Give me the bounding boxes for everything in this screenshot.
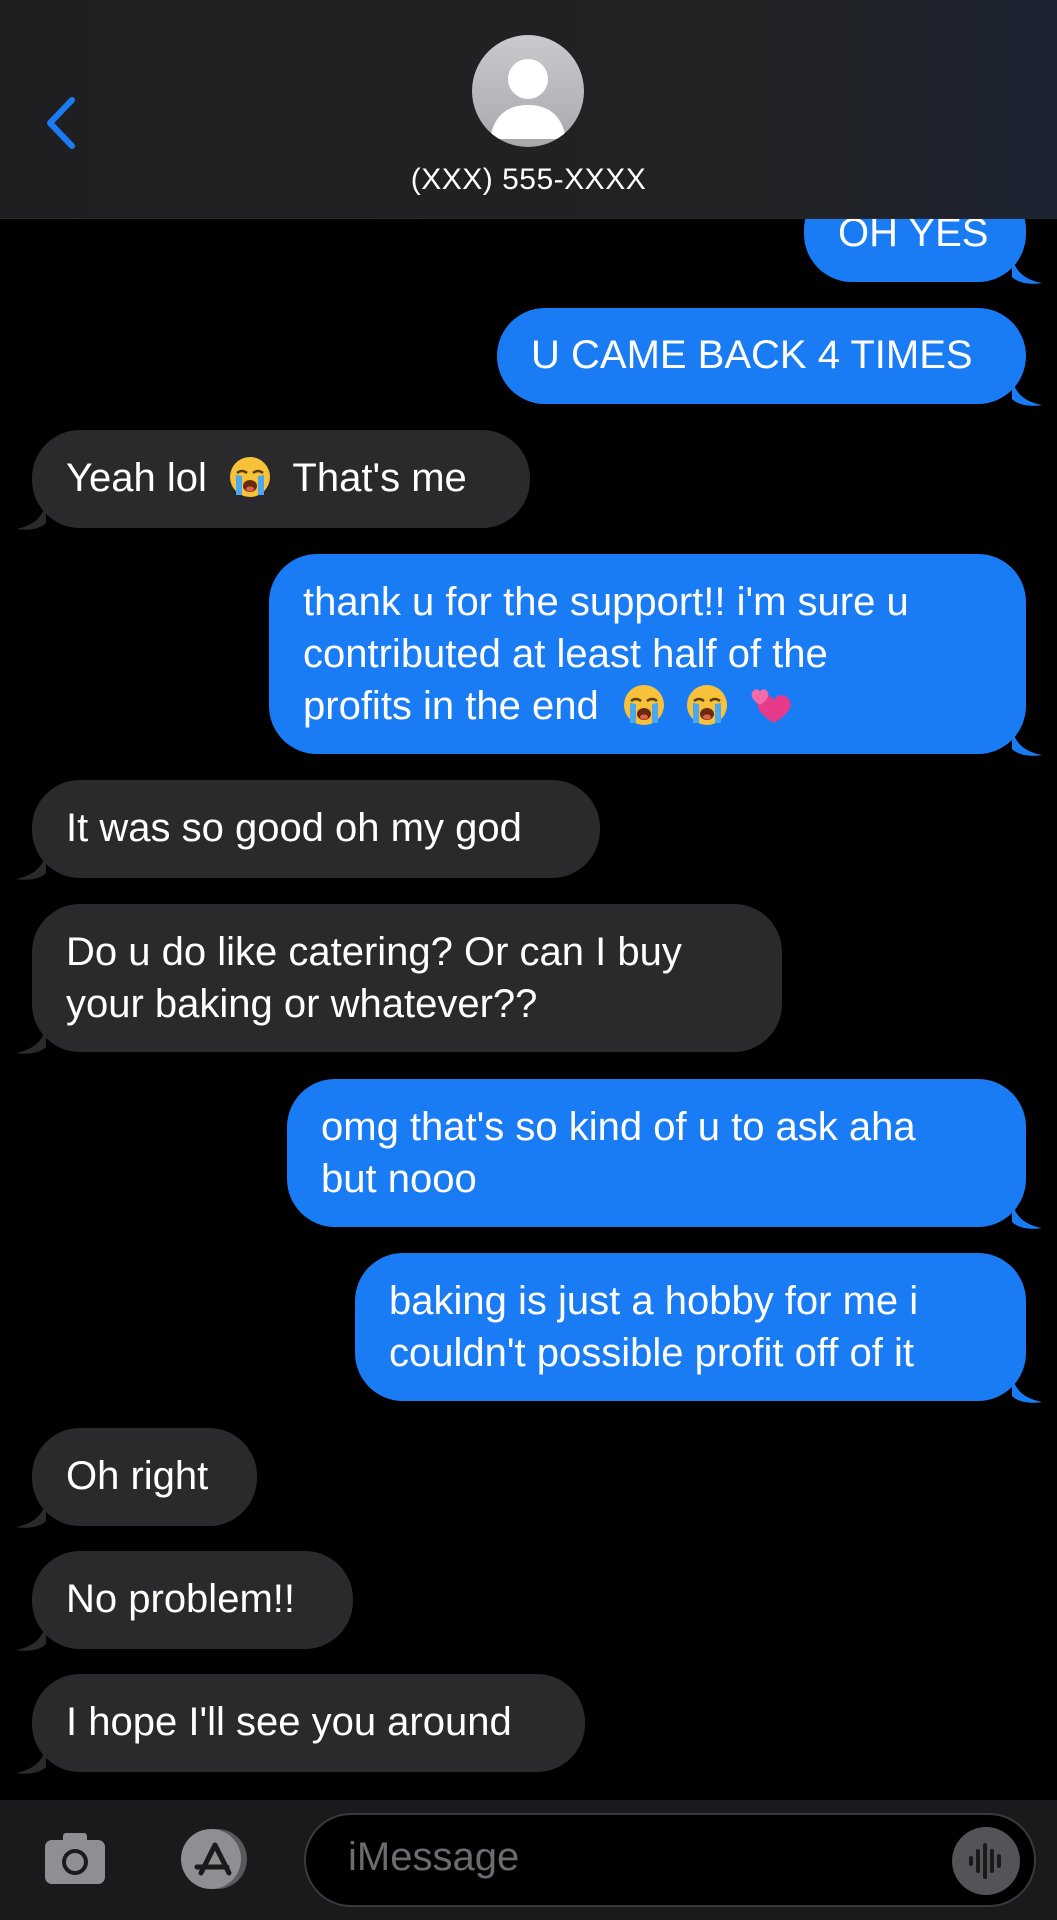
message-line-with-emoji: profits in the end [303,680,992,732]
bubble-tail [16,1622,46,1652]
camera-icon [45,1833,105,1884]
message-bubble-sent[interactable]: U CAME BACK 4 TIMES [497,308,1026,404]
message-bubble-received[interactable]: Yeah lol That's me [32,430,530,528]
message-thread[interactable]: OH YES U CAME BACK 4 TIMES Yeah lol That… [0,0,1057,1800]
loudly-crying-face-emoji [685,683,729,727]
message-text: That's me [292,456,467,500]
message-bubble-received[interactable]: It was so good oh my god [32,780,600,878]
message-bubble-sent[interactable]: thank u for the support!! i'm sure u con… [269,554,1026,754]
message-text: It was so good oh my god [66,806,522,850]
conversation-header: (XXX) 555-XXXX [0,0,1057,219]
input-placeholder: iMessage [348,1835,520,1879]
message-line: baking is just a hobby for me i [389,1279,919,1323]
bubble-tail [16,1025,46,1055]
imessage-input[interactable]: iMessage [304,1813,1036,1907]
app-store-icon [181,1829,247,1889]
message-text: Oh right [66,1454,209,1498]
loudly-crying-face-emoji [622,683,666,727]
message-text: No problem!! [66,1577,295,1621]
bubble-tail [1012,1200,1042,1230]
audio-waveform-icon [969,1843,1001,1879]
bubble-tail [1012,255,1042,285]
bubble-tail [1012,727,1042,757]
message-line: but nooo [321,1157,477,1201]
app-store-button[interactable] [171,1827,259,1891]
two-hearts-emoji [748,683,792,727]
message-bubble-received[interactable]: Oh right [32,1428,257,1526]
message-bubble-sent[interactable]: baking is just a hobby for me i couldn't… [355,1253,1026,1401]
message-bubble-received[interactable]: No problem!! [32,1551,353,1649]
bubble-tail [1012,377,1042,407]
bubble-tail [16,501,46,531]
message-line: thank u for the support!! i'm sure u [303,580,909,624]
contact-name[interactable]: (XXX) 555-XXXX [0,163,1057,197]
message-line: your baking or whatever?? [66,982,538,1026]
bubble-tail [1012,1374,1042,1404]
chevron-left-icon [47,97,75,149]
message-line: omg that's so kind of u to ask aha [321,1105,916,1149]
bubble-tail [16,1499,46,1529]
bubble-tail [16,851,46,881]
message-text: U CAME BACK 4 TIMES [531,333,973,377]
bubble-tail [16,1745,46,1775]
back-button[interactable] [38,88,88,158]
message-text: Yeah lol [66,456,207,500]
message-text: I hope I'll see you around [66,1700,512,1744]
message-bubble-received[interactable]: Do u do like catering? Or can I buy your… [32,904,782,1052]
camera-button[interactable] [43,1830,107,1886]
audio-message-button[interactable] [952,1827,1020,1895]
message-line: couldn't possible profit off of it [389,1331,914,1375]
contact-avatar[interactable] [472,35,584,147]
message-bubble-sent[interactable]: omg that's so kind of u to ask aha but n… [287,1079,1026,1227]
loudly-crying-face-emoji [228,455,272,499]
message-line: Do u do like catering? Or can I buy [66,930,682,974]
person-icon [490,59,566,139]
message-line: contributed at least half of the [303,632,828,676]
message-text: profits in the end [303,684,599,728]
message-bubble-received[interactable]: I hope I'll see you around [32,1674,585,1772]
